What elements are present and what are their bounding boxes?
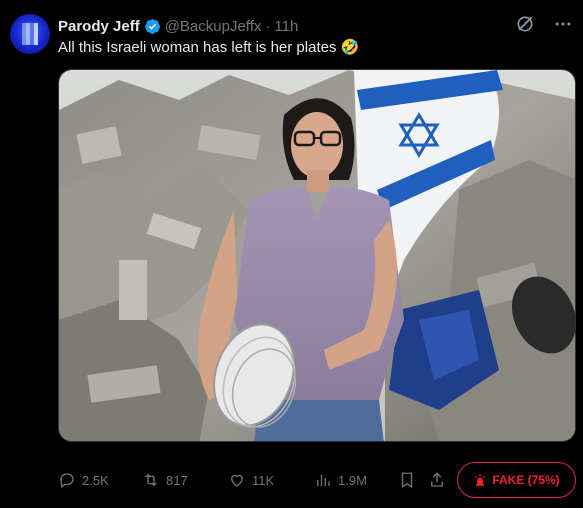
tweet[interactable]: Parody Jeff @BackupJeffx · 11h All this … xyxy=(0,0,583,508)
retweet-count: 817 xyxy=(166,472,188,488)
like-button[interactable]: 11K xyxy=(228,471,274,489)
alarm-siren-icon xyxy=(475,474,486,486)
retweet-icon xyxy=(145,473,157,487)
separator-dot: · xyxy=(265,17,271,35)
verified-badge-icon xyxy=(144,18,160,34)
grok-icon[interactable] xyxy=(515,14,535,34)
reply-button[interactable]: 2.5K xyxy=(58,471,109,489)
avatar-pixelated-figure xyxy=(22,23,38,45)
top-right-icons xyxy=(515,14,573,34)
fake-rating-label: FAKE (75%) xyxy=(492,473,560,487)
share-button[interactable] xyxy=(428,471,446,489)
tweet-photo[interactable] xyxy=(58,69,576,442)
bookmark-button[interactable] xyxy=(398,471,416,489)
view-count: 1.9M xyxy=(338,472,367,488)
more-options-icon[interactable] xyxy=(553,14,573,34)
tweet-text: All this Israeli woman has left is her p… xyxy=(58,39,360,56)
timestamp[interactable]: 11h xyxy=(274,18,298,35)
bookmark-icon xyxy=(401,472,413,489)
reply-count: 2.5K xyxy=(82,472,109,488)
tweet-actions: 2.5K 817 11K 1.9M FAKE (75%) xyxy=(58,462,576,498)
heart-icon xyxy=(231,474,243,487)
views-chart-icon xyxy=(317,474,330,486)
tweet-header: Parody Jeff @BackupJeffx · 11h xyxy=(58,16,298,36)
retweet-button[interactable]: 817 xyxy=(142,471,188,489)
like-count: 11K xyxy=(252,472,275,488)
author-handle[interactable]: @BackupJeffx xyxy=(165,18,262,35)
author-name[interactable]: Parody Jeff xyxy=(58,18,140,35)
avatar[interactable] xyxy=(10,14,50,54)
share-icon xyxy=(431,472,443,487)
reply-icon xyxy=(60,473,74,489)
views-button[interactable]: 1.9M xyxy=(314,471,367,489)
fake-rating-badge[interactable]: FAKE (75%) xyxy=(457,462,576,498)
photo-illustration xyxy=(59,70,575,441)
